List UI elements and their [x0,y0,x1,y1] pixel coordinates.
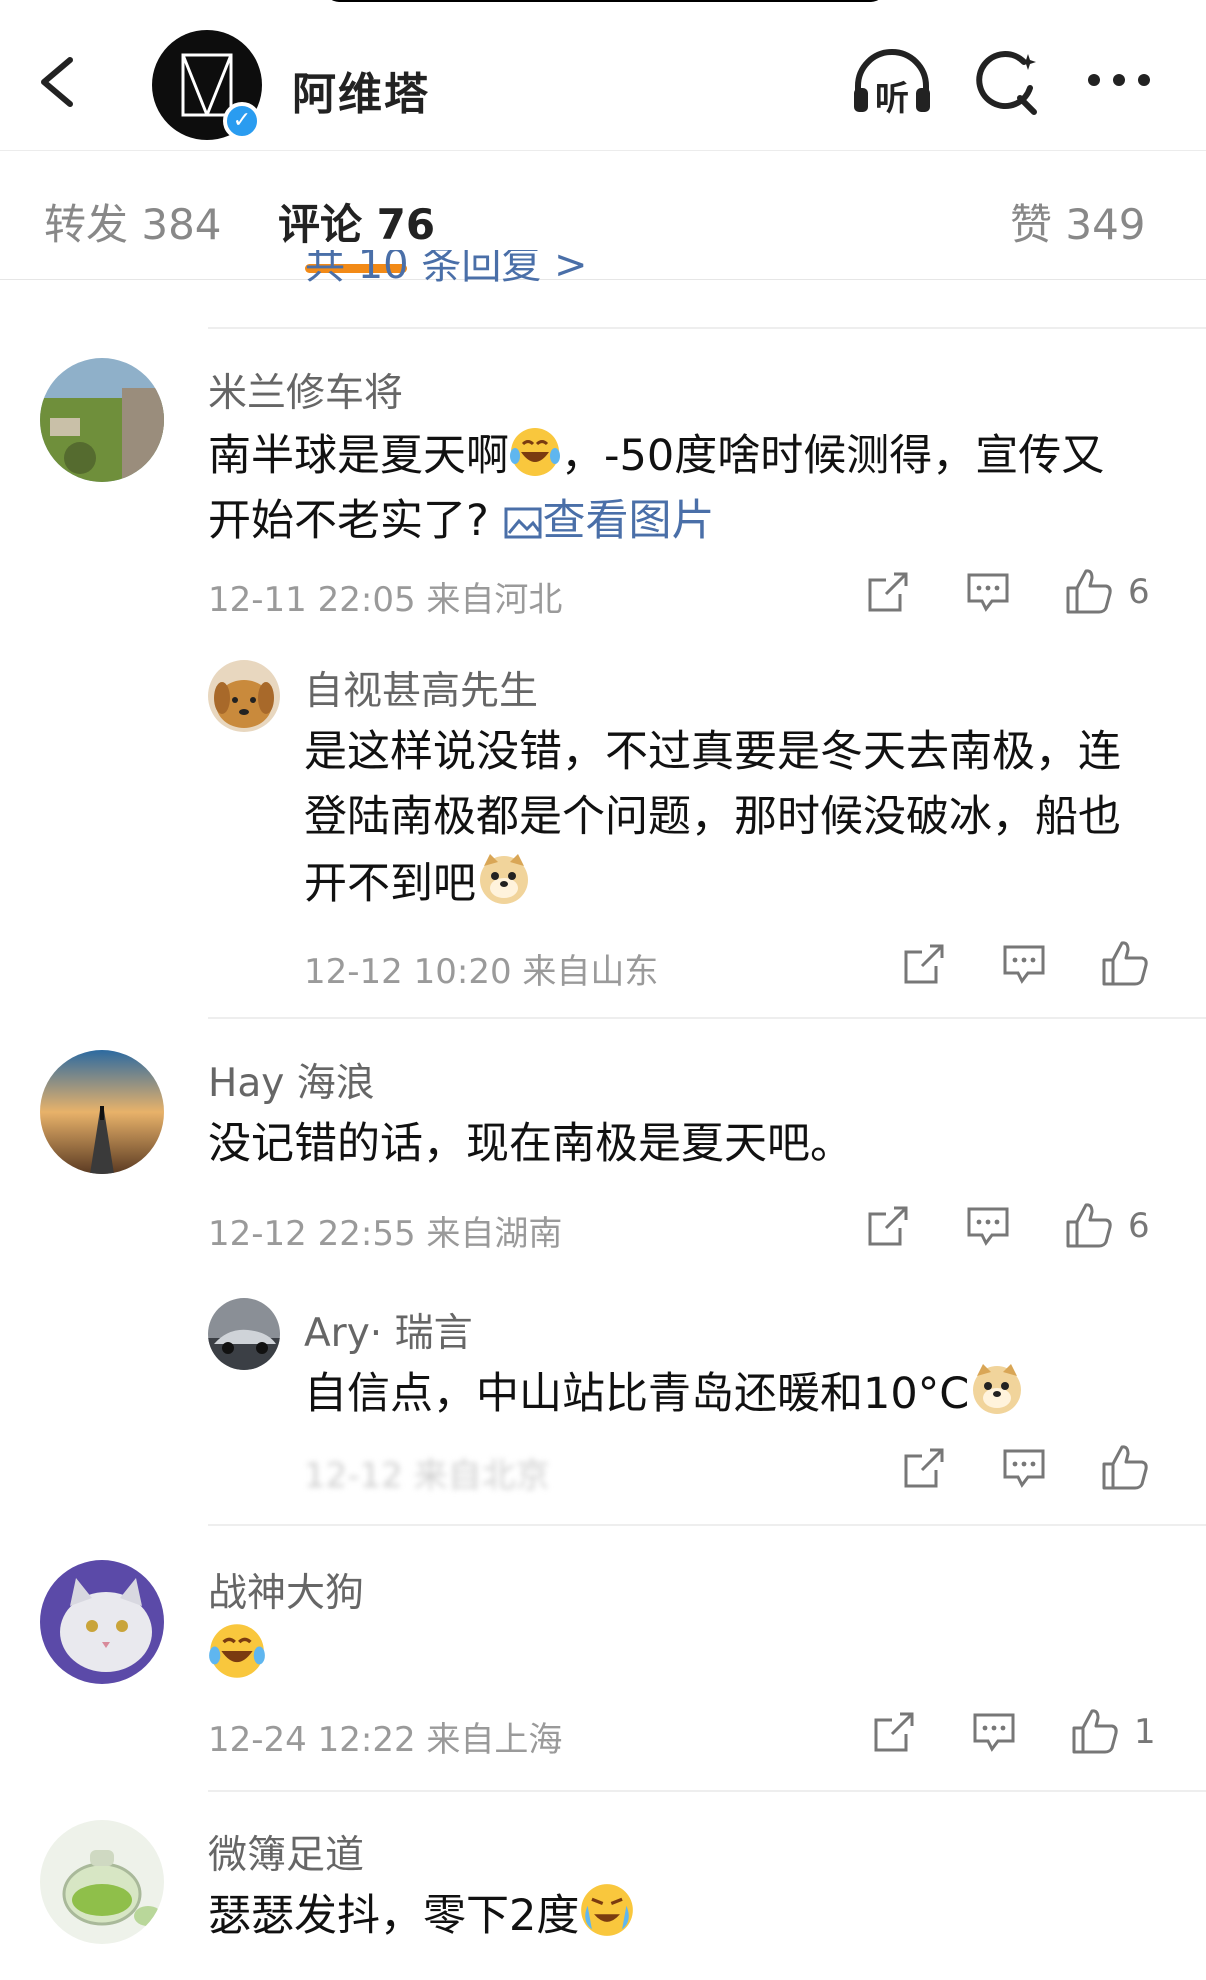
share-icon[interactable] [900,940,948,992]
like-thumb-icon[interactable] [1100,938,1150,992]
comment-meta: 12-11 22:05 来自河北 [208,580,563,620]
comment-username[interactable]: 战神大狗 [208,1562,364,1618]
avatar[interactable] [40,1560,164,1684]
divider [208,1790,1206,1792]
comment-text: 南半球是夏天啊 ，-50度啥时候测得，宣传又 开始不老实了? 查看图片 [208,424,1168,554]
comment-text: 没记错的话，现在南极是夏天吧。 [208,1119,853,1169]
avatar[interactable] [208,660,280,732]
reply-text: 自信点，中山站比青岛还暖和10°C [304,1360,1184,1427]
share-icon[interactable] [864,1202,912,1254]
comment-text [208,1622,266,1691]
reply-username[interactable]: 自视甚高先生 [304,660,538,716]
top-bar: ✓ 阿维塔 听 [0,0,1206,150]
listen-label: 听 [875,79,909,118]
comment-username[interactable]: Hay 海浪 [208,1052,375,1108]
image-icon [504,507,541,539]
reply-username[interactable]: Ary· 瑞言 [304,1302,473,1358]
comment-username[interactable]: 米兰修车将 [208,362,403,418]
avatar[interactable] [40,1820,164,1944]
view-replies-link[interactable]: 共 10 条回复 > [305,250,588,290]
reply-meta: 12-12 10:20 来自山东 [304,952,659,992]
tab-comments[interactable]: 评论 76 [278,191,435,252]
like-count: 6 [1128,1206,1150,1246]
device-notch [325,0,885,2]
account-name[interactable]: 阿维塔 [292,58,430,122]
reply-comment-icon[interactable] [970,1708,1018,1760]
reply-text: 是这样说没错，不过真要是冬天去南极，连 登陆南极都是个问题，那时候没破冰，船也 … [304,727,1121,909]
reply-meta: 12-12 来自北京 [304,1456,550,1496]
like-thumb-icon[interactable] [1070,1706,1120,1760]
divider [208,1017,1206,1019]
share-icon[interactable] [900,1444,948,1496]
divider [208,327,1206,329]
laughing-tears-emoji-icon [510,428,560,476]
reply-comment-icon[interactable] [964,568,1012,620]
avatar[interactable] [208,1298,280,1370]
tab-likes[interactable]: 赞 349 [1010,191,1146,252]
doge-emoji-icon [480,854,528,904]
divider [208,1524,1206,1526]
back-arrow-icon[interactable] [30,52,90,112]
like-thumb-icon[interactable] [1100,1442,1150,1496]
comment-text: 瑟瑟发抖，零下2度 [208,1882,635,1949]
like-thumb-icon[interactable] [1064,566,1114,620]
view-image-link[interactable]: 查看图片 [503,496,715,546]
laughing-tears-emoji-icon [209,1624,265,1678]
reply-comment-icon[interactable] [1000,940,1048,992]
reply-comment-icon[interactable] [1000,1444,1048,1496]
verified-badge-icon: ✓ [223,102,261,140]
like-thumb-icon[interactable] [1064,1200,1114,1254]
avatar[interactable] [40,358,164,482]
search-icon[interactable] [972,48,1042,122]
doge-emoji-icon [973,1364,1022,1414]
share-icon[interactable] [864,568,912,620]
avatar[interactable] [40,1050,164,1174]
comment-meta: 12-24 12:22 来自上海 [208,1720,563,1760]
brand-logo-icon [181,53,233,117]
like-count: 6 [1128,572,1150,612]
more-icon[interactable] [1084,70,1154,94]
comment-meta: 12-12 22:55 来自湖南 [208,1214,563,1254]
tab-bar: 转发 384 评论 76 赞 349 [0,150,1206,280]
like-count: 1 [1134,1712,1156,1752]
reply-comment-icon[interactable] [964,1202,1012,1254]
crying-laughing-emoji-icon [581,1884,634,1936]
tab-reposts[interactable]: 转发 384 [44,191,222,252]
comment-username[interactable]: 微簿足道 [208,1824,364,1880]
share-icon[interactable] [870,1708,918,1760]
listen-headphone-icon[interactable]: 听 [850,48,934,122]
